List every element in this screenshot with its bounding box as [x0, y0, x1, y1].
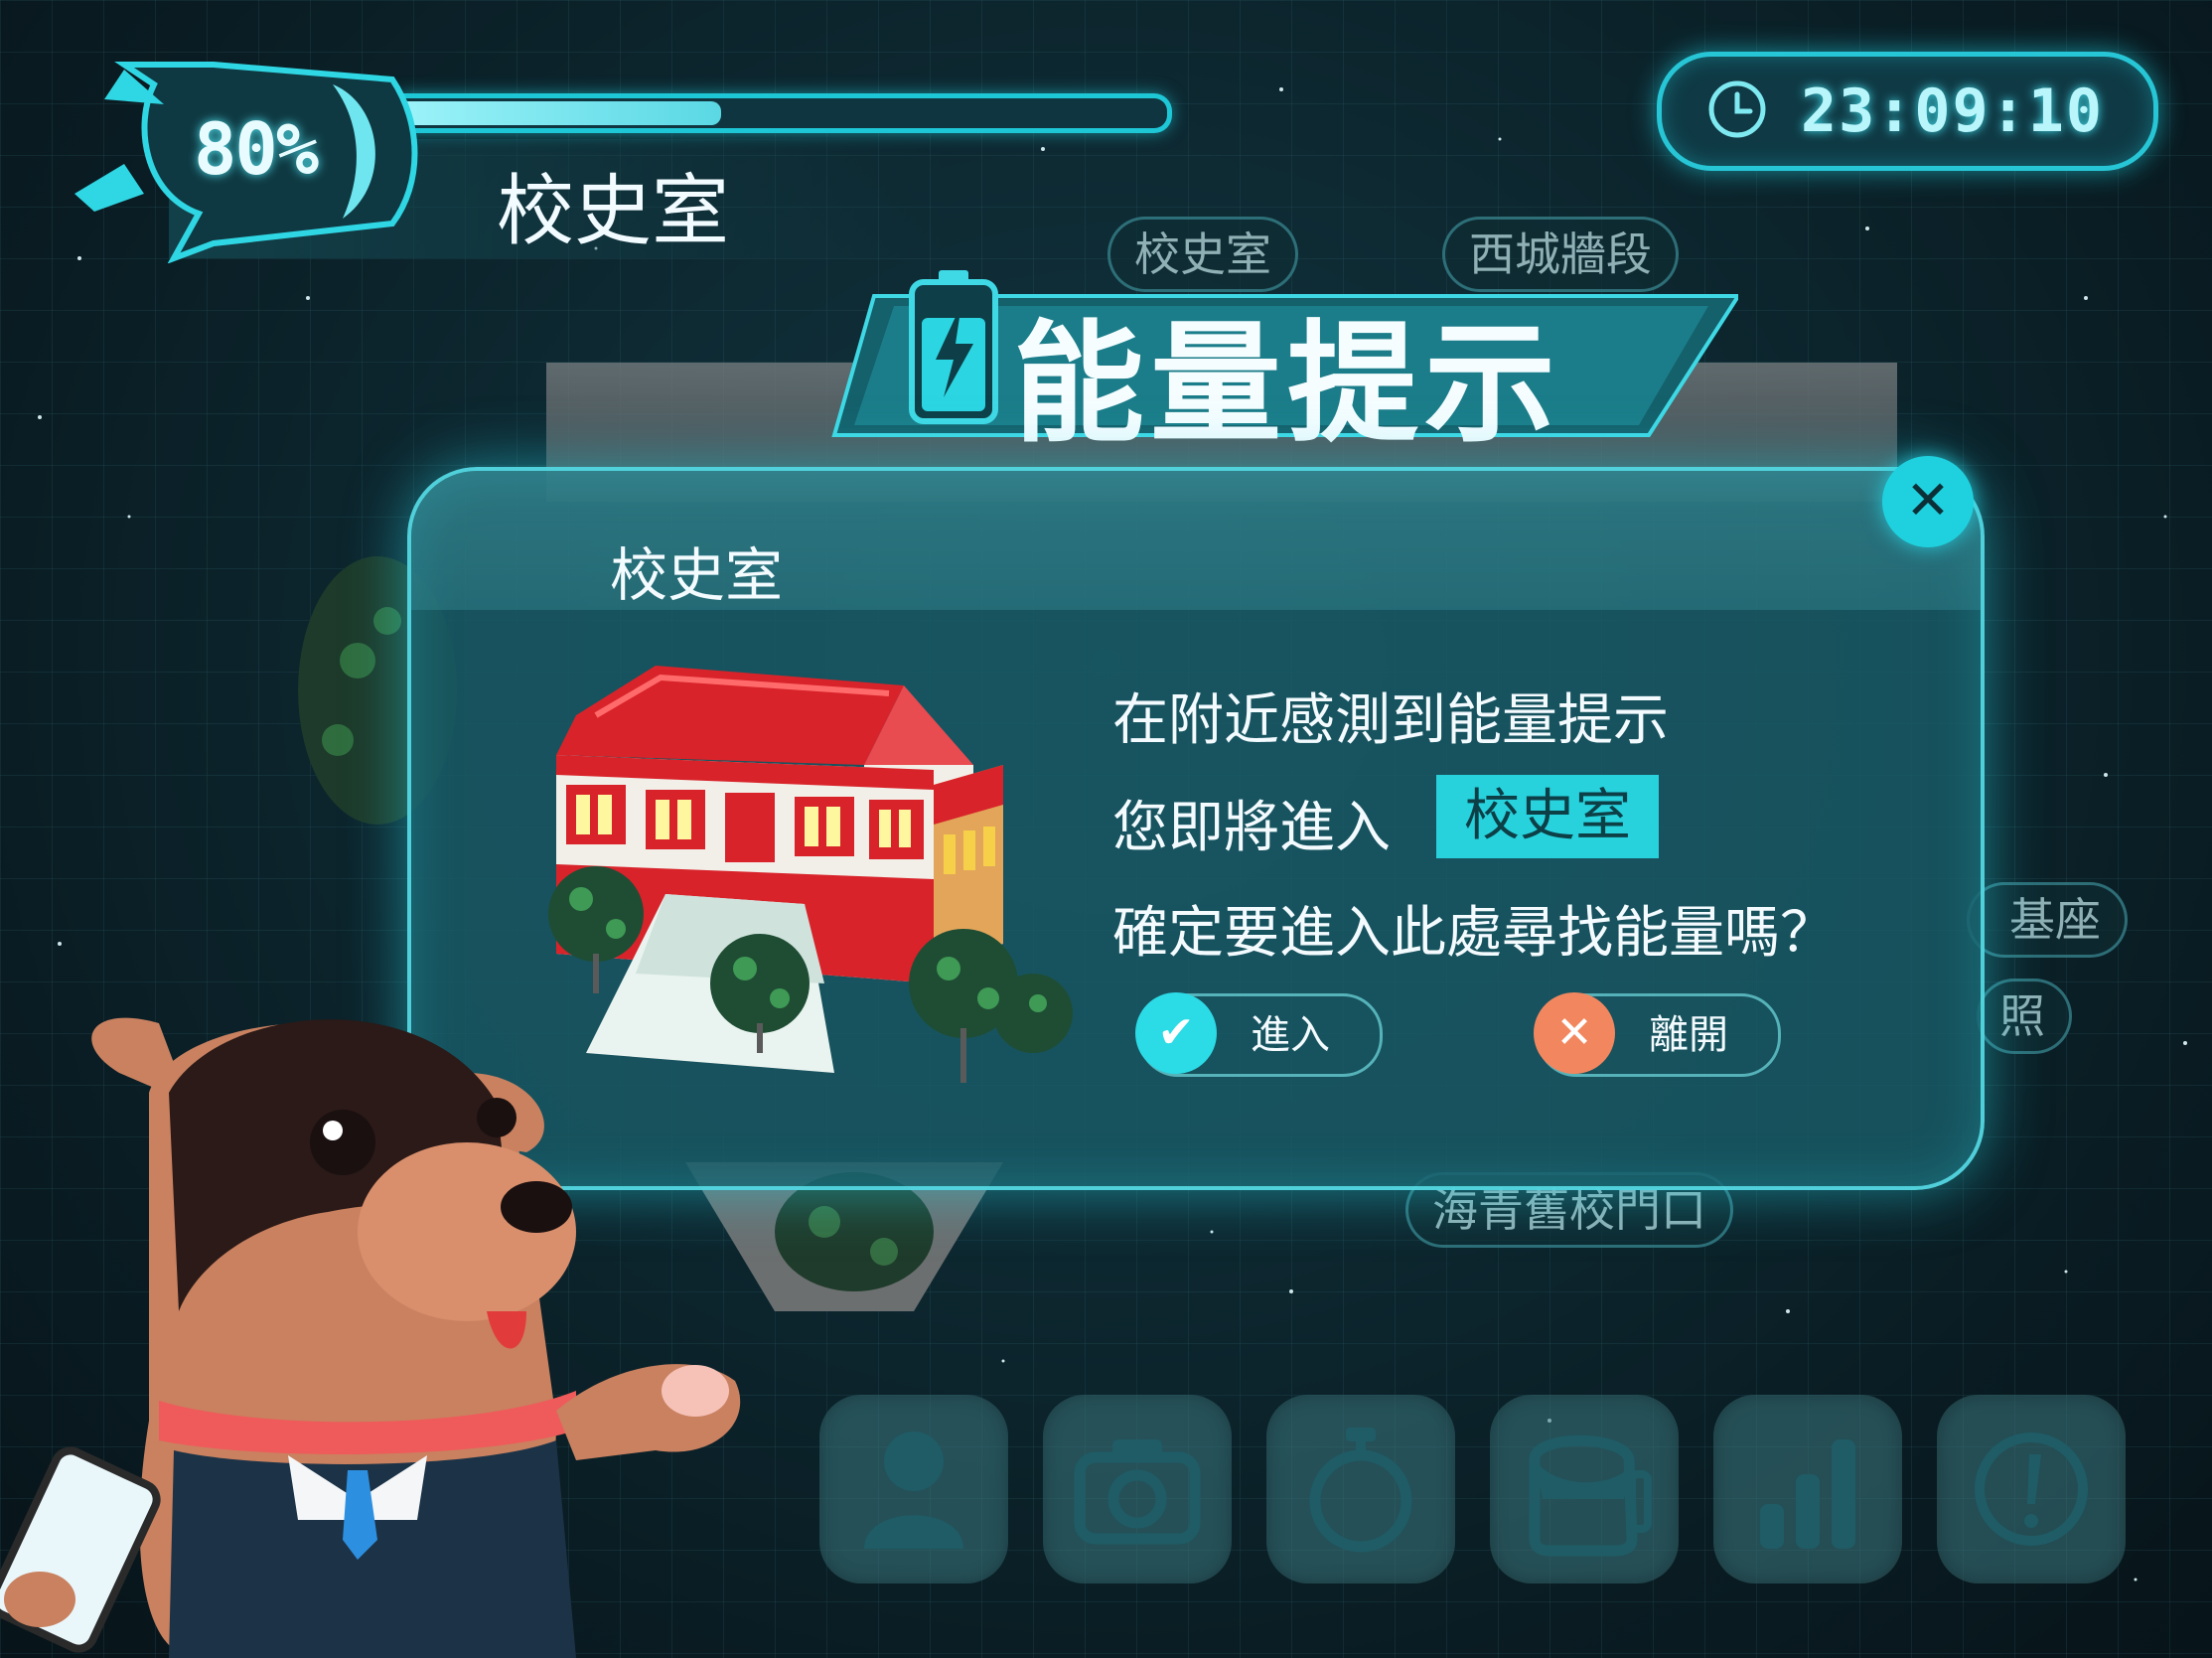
- toolbar-stats-button[interactable]: [1713, 1395, 1902, 1583]
- energy-hud: 80% 校史室: [0, 40, 1192, 268]
- clock-time: 23:09:10: [1801, 76, 2104, 146]
- dialog-message-entering: 您即將進入: [1112, 796, 1391, 860]
- energy-location-label: 校史室: [497, 167, 730, 256]
- energy-bar-fill: [397, 101, 721, 125]
- clock-icon: [1708, 80, 1766, 138]
- close-button[interactable]: ✕: [1882, 456, 1974, 547]
- enter-button-label: 進入: [1251, 1012, 1330, 1058]
- profile-icon: [864, 1432, 963, 1549]
- camera-icon: [1074, 1439, 1201, 1545]
- close-icon: ✕: [1905, 469, 1951, 531]
- info-icon: [1975, 1432, 2088, 1546]
- dialog-message-confirm: 確定要進入此處尋找能量嗎？: [1112, 901, 1836, 966]
- clock: 23:09:10: [1657, 52, 2158, 171]
- dialog-message-detected: 在附近感測到能量提示: [1112, 688, 1669, 753]
- dog-mascot: [0, 1017, 741, 1658]
- toolbar-stopwatch-button[interactable]: [1266, 1395, 1455, 1583]
- backpack-icon: [1529, 1434, 1652, 1557]
- energy-hint-banner: 能量提示: [814, 268, 1738, 461]
- map-chip-pedestal[interactable]: 基座: [1967, 882, 2128, 958]
- stats-icon: [1760, 1439, 1855, 1549]
- banner-title: 能量提示: [1013, 308, 1561, 461]
- battery-charging-icon: [909, 270, 998, 424]
- enter-button[interactable]: ✔ 進入: [1135, 992, 1383, 1077]
- leave-button[interactable]: ✕ 離開: [1534, 992, 1781, 1077]
- dialog-title: 校史室: [610, 541, 784, 609]
- map-chip-photo[interactable]: 照: [1977, 979, 2072, 1054]
- toolbar-camera-button[interactable]: [1043, 1395, 1232, 1583]
- toolbar-info-button[interactable]: [1937, 1395, 2126, 1583]
- dialog-target-location: 校史室: [1436, 775, 1659, 858]
- game-scene: 校史室 西城牆段 海青舊校門口 基座 照 80% 校史室 23:09:10 能量…: [0, 0, 2212, 1658]
- toolbar-profile-button[interactable]: [819, 1395, 1008, 1583]
- check-icon: ✔: [1135, 992, 1217, 1074]
- cross-icon: ✕: [1534, 992, 1615, 1074]
- energy-percent: 80%: [194, 107, 319, 191]
- stopwatch-icon: [1309, 1428, 1412, 1553]
- toolbar-backpack-button[interactable]: [1490, 1395, 1679, 1583]
- leave-button-label: 離開: [1649, 1012, 1728, 1058]
- energy-bar: [397, 93, 1172, 133]
